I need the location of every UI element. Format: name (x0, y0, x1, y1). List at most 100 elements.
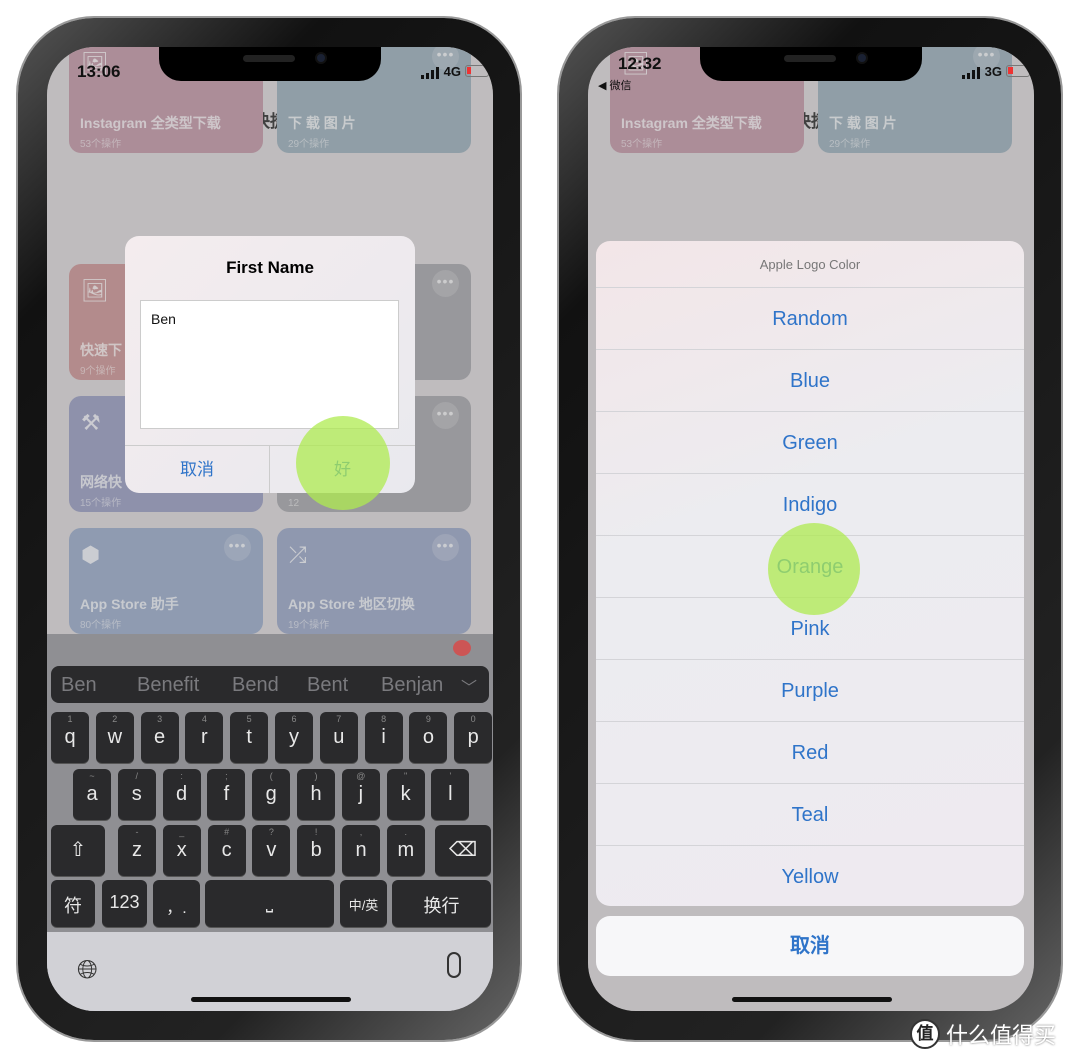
key-secondary: ! (314, 827, 318, 837)
key-secondary: 5 (246, 714, 252, 724)
key-h[interactable]: ) h (297, 769, 335, 820)
suggestion[interactable]: Ben (61, 674, 97, 697)
key-secondary: 0 (470, 714, 476, 724)
cancel-button[interactable]: 取消 (125, 446, 270, 493)
shift-key[interactable]: ⇧ (51, 825, 105, 876)
sheet-option[interactable]: Teal (596, 784, 1024, 846)
battery-icon (465, 65, 489, 77)
symbols-key[interactable]: 符 (51, 880, 95, 927)
keyboard-bottom-bar: 🌐︎ (47, 932, 493, 1011)
key-secondary: - (135, 827, 139, 837)
notch (700, 47, 922, 81)
sheet-option[interactable]: Green (596, 412, 1024, 474)
key-label: t (246, 726, 252, 748)
key-z[interactable]: -z (118, 825, 156, 876)
key-o[interactable]: 9o (409, 712, 448, 763)
key-secondary: 9 (425, 714, 431, 724)
status-time: 13:06 (77, 62, 121, 81)
key-label: i (381, 726, 386, 748)
key-s[interactable]: / s (117, 769, 156, 820)
sheet-option[interactable]: Blue (596, 350, 1024, 412)
key-r[interactable]: 4r (185, 712, 224, 763)
chevron-down-icon[interactable]: ﹀ (461, 674, 477, 698)
key-b[interactable]: ! b (297, 825, 336, 876)
key-a[interactable]: ~ a (73, 769, 111, 820)
battery-icon (1006, 65, 1030, 77)
key-label: y (289, 726, 299, 748)
key-secondary: 2 (112, 714, 118, 724)
delete-key[interactable]: ⌫ (435, 825, 491, 876)
language-switch-key[interactable]: 中/英 (340, 880, 387, 927)
return-key[interactable]: 换行 (392, 880, 491, 927)
key-d[interactable]: :d (162, 769, 201, 820)
key-secondary: ~ (89, 771, 95, 781)
suggestion[interactable]: Benefit (137, 674, 199, 697)
key-secondary: ( (269, 771, 273, 781)
key-y[interactable]: 6y (275, 712, 313, 763)
key-secondary: 6 (291, 714, 297, 724)
key-e[interactable]: 3e (140, 712, 179, 763)
key-w[interactable]: 2w (95, 712, 134, 763)
suggestion[interactable]: Benjan (381, 674, 443, 697)
key-x[interactable]: _ x (162, 825, 201, 876)
sheet-cancel-button[interactable]: 取消 (596, 916, 1024, 976)
sheet-option[interactable]: Random (596, 288, 1024, 350)
key-label: r (201, 726, 208, 748)
key-u[interactable]: 7u (319, 712, 358, 763)
key-p[interactable]: 0p (454, 712, 493, 763)
globe-icon[interactable]: 🌐︎ (77, 954, 98, 986)
back-to-wechat[interactable]: ◀ 微信 (598, 77, 632, 93)
key-secondary: 8 (381, 714, 387, 724)
key-label: h (310, 783, 322, 805)
sheet-option[interactable]: Yellow (596, 846, 1024, 906)
key-label: v (266, 839, 277, 861)
key-k[interactable]: " k (386, 769, 425, 820)
signal-icon (421, 67, 439, 79)
key-v[interactable]: ? v (252, 825, 291, 876)
key-j[interactable]: @ j (341, 769, 380, 820)
key-label: b (310, 839, 322, 861)
key-label: g (265, 783, 277, 805)
keyboard-logo-icon (453, 640, 471, 656)
key-q[interactable]: 1q (51, 712, 89, 763)
space-key[interactable]: ⎵ (205, 880, 334, 927)
watermark-text: 什么值得买 (946, 1023, 1057, 1048)
first-name-input[interactable]: Ben (140, 300, 399, 429)
key-label: q (64, 726, 76, 748)
signal-icon (962, 67, 980, 79)
key-label: k (400, 783, 411, 805)
left-screen: 13:06 4G 编辑 我的快捷指令 + 🖼︎•••Instagram 全类型下… (47, 47, 493, 1011)
suggestion[interactable]: Bend (232, 674, 279, 697)
key-secondary: / (135, 771, 139, 781)
key-f[interactable]: ; f (207, 769, 246, 820)
key-label: s (131, 783, 142, 805)
key-label: c (221, 839, 232, 861)
key-n[interactable]: ,n (342, 825, 380, 876)
key-m[interactable]: .m (386, 825, 425, 876)
key-label: a (86, 783, 98, 805)
key-t[interactable]: 5t (230, 712, 269, 763)
key-secondary: 1 (67, 714, 73, 724)
right-screen: 12:32 ◀ 微信 3G 编辑 我的快捷指令 + 🖼︎•••Instagram… (588, 47, 1034, 1011)
sheet-option[interactable]: Purple (596, 660, 1024, 722)
key-label: ⎵ (265, 892, 274, 913)
key-secondary: , (359, 827, 363, 837)
numbers-key[interactable]: 123 (102, 880, 147, 927)
suggestion-bar: Ben Benefit Bend Bent Benjan ﹀ (51, 666, 489, 703)
key-secondary: . (404, 827, 408, 837)
key-label: 符 (64, 896, 82, 917)
sheet-option[interactable]: Red (596, 722, 1024, 784)
key-label: o (422, 726, 434, 748)
key-label: m (397, 839, 415, 861)
key-l[interactable]: ' l (431, 769, 470, 820)
key-g[interactable]: (g (252, 769, 291, 820)
key-i[interactable]: 8i (364, 712, 403, 763)
home-indicator (732, 997, 892, 1002)
microphone-icon[interactable] (447, 952, 461, 978)
key-c[interactable]: # c (207, 825, 246, 876)
key-secondary: ? (268, 827, 274, 837)
punctuation-key[interactable]: ，. (153, 880, 200, 927)
key-label: ，. (166, 899, 187, 917)
suggestion[interactable]: Bent (307, 674, 348, 697)
key-secondary: _ (179, 827, 185, 837)
